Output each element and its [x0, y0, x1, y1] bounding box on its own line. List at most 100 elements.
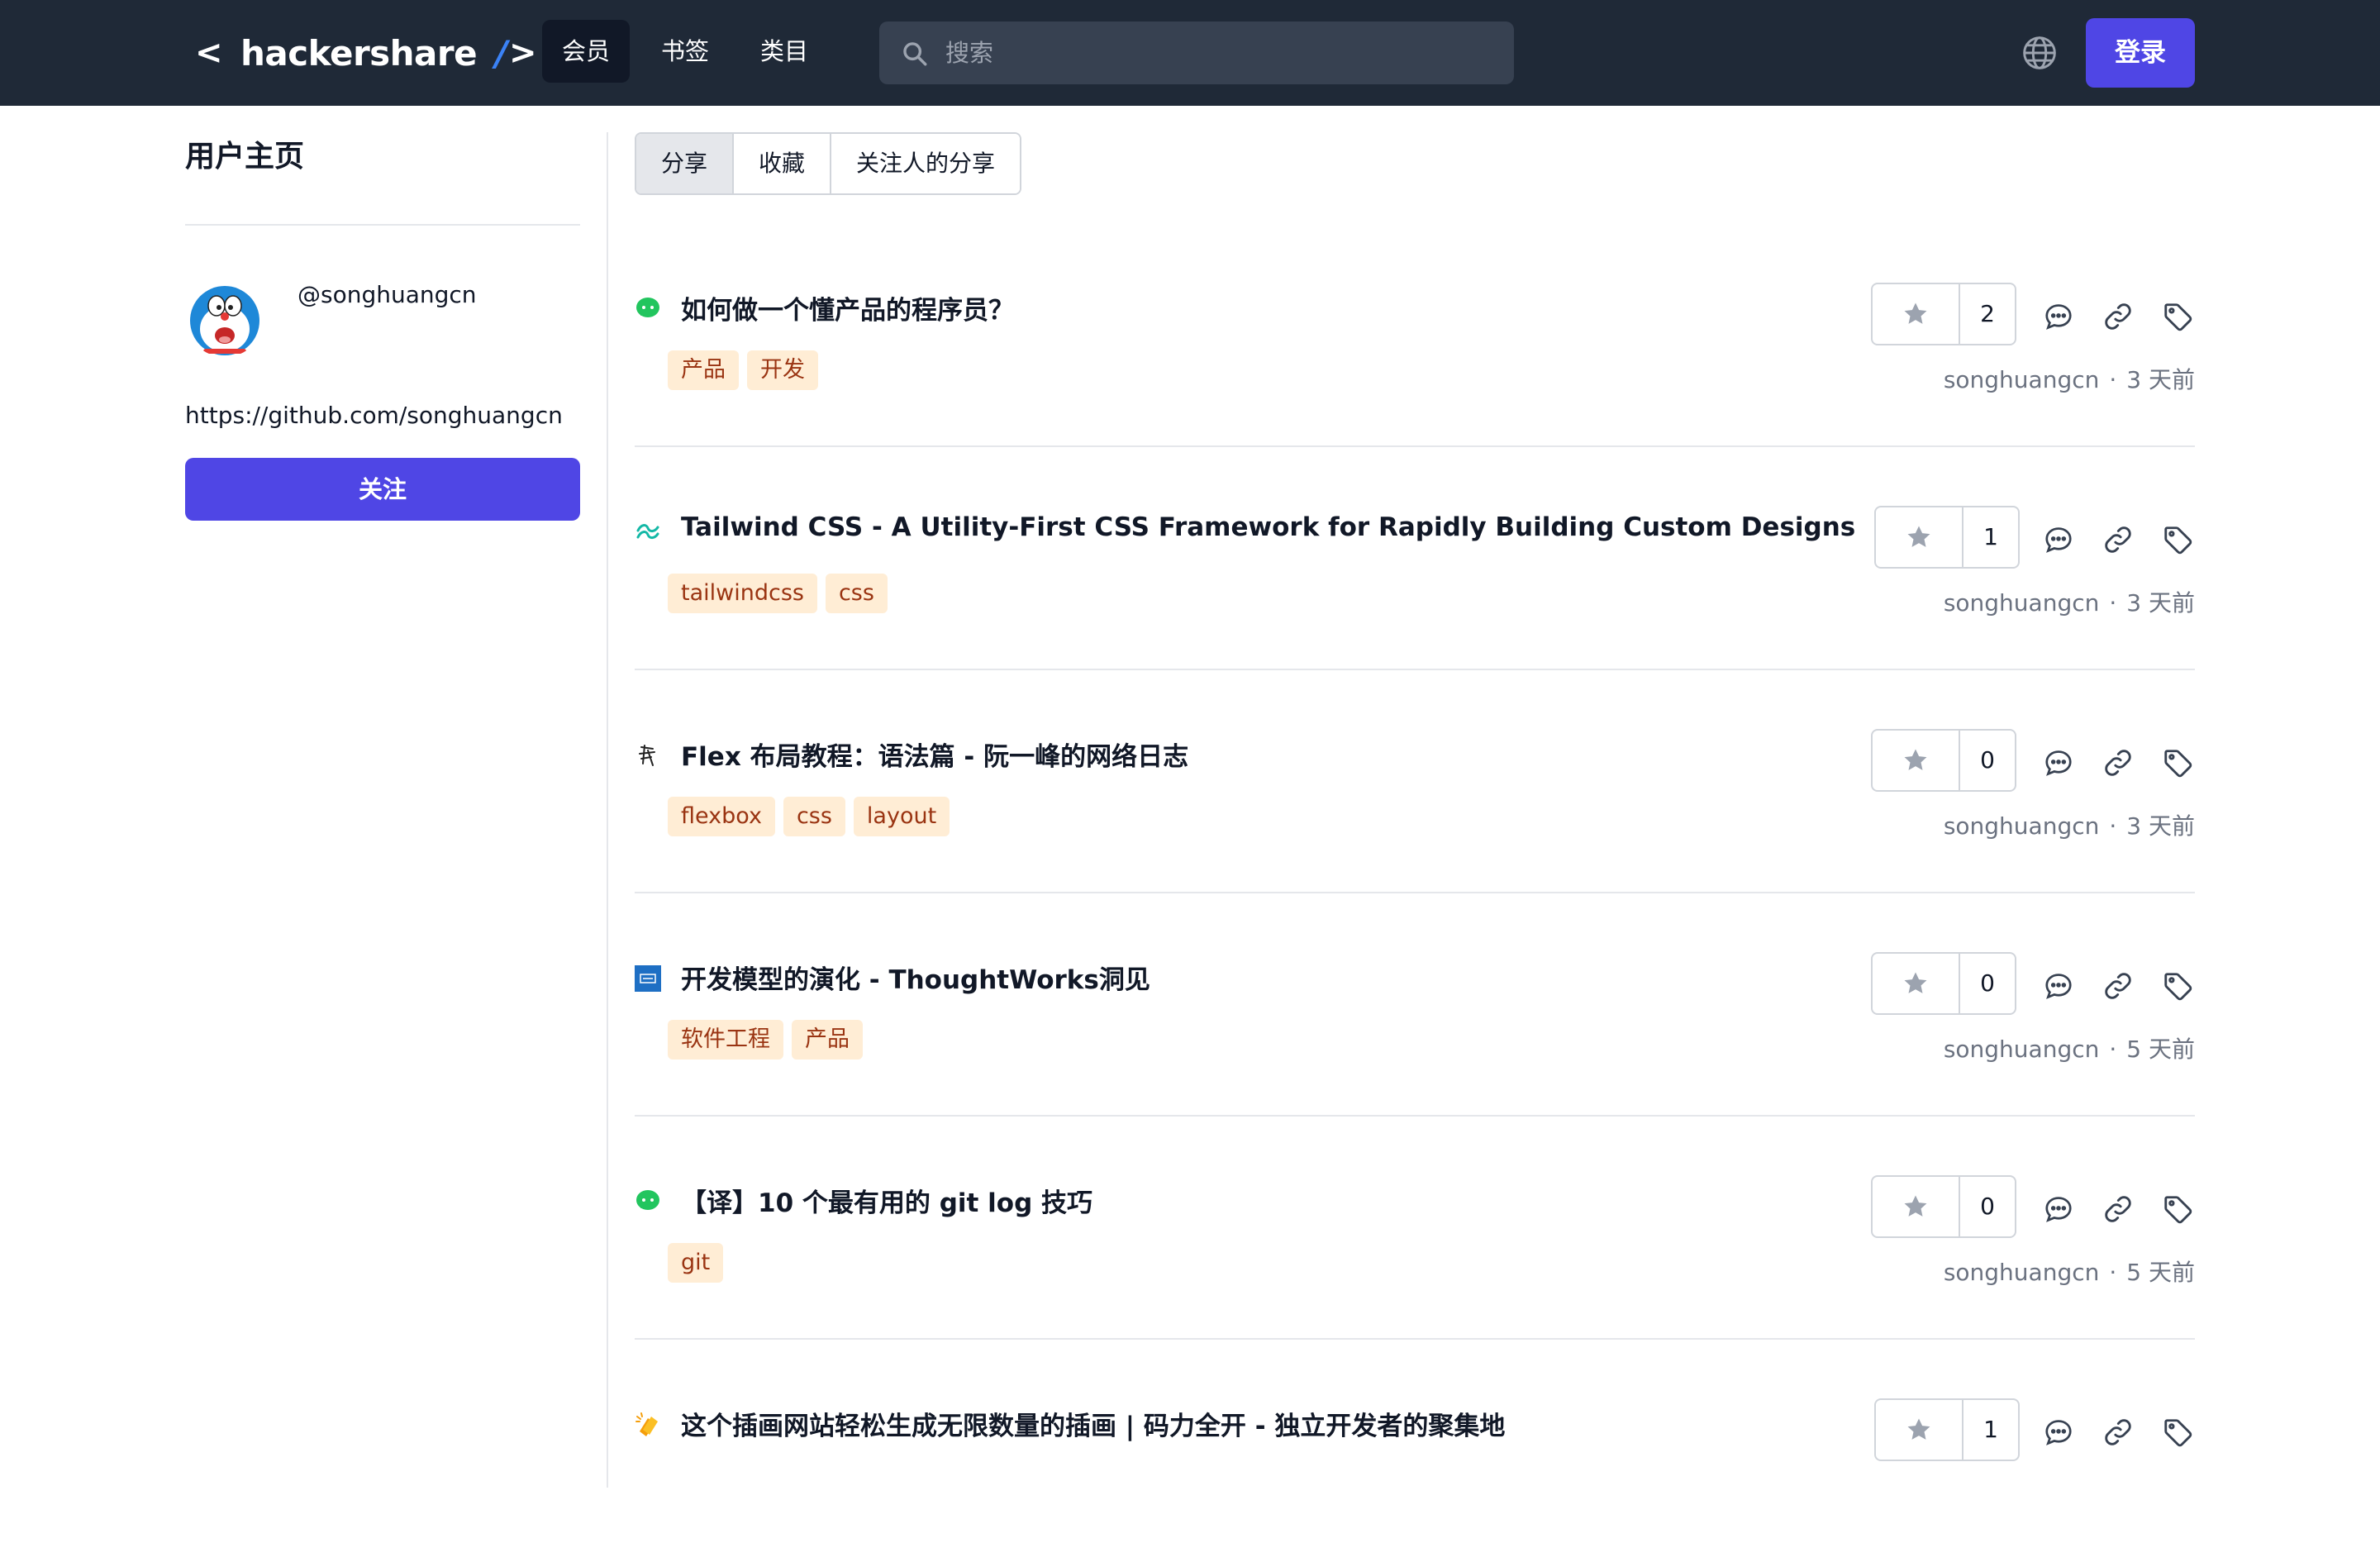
tag-chip[interactable]: tailwindcss	[668, 574, 817, 613]
tag-icon[interactable]	[2162, 1193, 2193, 1225]
post-time: 5 天前	[2126, 1036, 2195, 1063]
site-logo[interactable]: < hackershare / >	[195, 26, 536, 79]
post-title[interactable]: Flex 布局教程：语法篇 - 阮一峰的网络日志	[681, 736, 1188, 773]
star-count: 2	[1980, 300, 1995, 327]
star-control: 1	[1874, 506, 2020, 569]
link-icon[interactable]	[2102, 301, 2134, 332]
star-count: 1	[1983, 1416, 1998, 1443]
tag-chip[interactable]: flexbox	[668, 797, 775, 836]
star-button[interactable]	[1873, 284, 1960, 344]
post-title[interactable]: 如何做一个懂产品的程序员？	[681, 289, 1014, 326]
comment-icon[interactable]	[2043, 301, 2074, 332]
post-tags: git	[668, 1243, 724, 1283]
link-icon[interactable]	[2102, 524, 2134, 555]
star-control: 1	[1874, 1398, 2020, 1461]
comment-icon[interactable]	[2043, 1417, 2074, 1448]
post-meta: songhuangcn · 3 天前	[1944, 362, 2195, 395]
star-icon	[1907, 1418, 1930, 1440]
star-control: 2	[1871, 283, 2016, 345]
link-icon[interactable]	[2102, 1193, 2134, 1225]
search-icon	[903, 42, 927, 66]
star-button[interactable]	[1876, 1400, 1963, 1460]
tag-icon[interactable]	[2162, 970, 2193, 1002]
post-time: 3 天前	[2126, 366, 2195, 393]
globe-icon[interactable]	[2021, 35, 2058, 71]
nav-members[interactable]: 会员	[542, 20, 631, 83]
search-box[interactable]	[879, 21, 1514, 84]
post-meta: songhuangcn · 5 天前	[1944, 1031, 2195, 1064]
post-tags: 产品 开发	[668, 350, 818, 390]
post-author[interactable]: songhuangcn	[1944, 1036, 2100, 1063]
link-icon[interactable]	[2102, 747, 2134, 779]
star-count: 0	[1980, 1193, 1995, 1220]
link-icon[interactable]	[2102, 970, 2134, 1002]
comment-icon[interactable]	[2043, 524, 2074, 555]
comment-icon[interactable]	[2043, 1193, 2074, 1225]
tag-chip[interactable]: css	[783, 797, 845, 836]
post-tags: 软件工程 产品	[668, 1020, 863, 1060]
nav-categories[interactable]: 类目	[740, 20, 828, 83]
avatar	[185, 278, 264, 357]
clap-icon	[635, 1412, 661, 1438]
post-item: Flex 布局教程：语法篇 - 阮一峰的网络日志 flexbox css layou…	[635, 669, 2195, 893]
post-title[interactable]: Tailwind CSS - A Utility-First CSS Frame…	[681, 512, 1855, 542]
post-title[interactable]: 这个插画网站轻松生成无限数量的插画 | 码力全开 - 独立开发者的聚集地	[681, 1405, 1505, 1442]
user-handle: @songhuangcn	[298, 281, 477, 308]
ruanyifeng-icon	[635, 742, 661, 769]
meta-separator: ·	[2109, 1259, 2117, 1286]
column-divider	[607, 132, 608, 1488]
post-item: 开发模型的演化 - ThoughtWorks洞见 软件工程 产品 0 songhu…	[635, 893, 2195, 1117]
profile-link[interactable]: https://github.com/songhuangcn	[185, 402, 563, 429]
post-item: 【译】10 个最有用的 git log 技巧 git 0 songhuangcn…	[635, 1116, 2195, 1340]
post-item: 这个插画网站轻松生成无限数量的插画 | 码力全开 - 独立开发者的聚集地 1	[635, 1339, 2195, 1562]
tag-chip[interactable]: 产品	[792, 1020, 863, 1060]
tag-chip[interactable]: 产品	[668, 350, 739, 390]
star-button[interactable]	[1876, 507, 1963, 567]
star-button[interactable]	[1873, 954, 1960, 1013]
nav-bookmarks[interactable]: 书签	[641, 20, 729, 83]
star-button[interactable]	[1873, 731, 1960, 790]
star-icon	[1904, 302, 1927, 324]
post-title[interactable]: 开发模型的演化 - ThoughtWorks洞见	[681, 959, 1150, 996]
star-control: 0	[1871, 952, 2016, 1015]
meta-separator: ·	[2109, 589, 2117, 617]
star-button[interactable]	[1873, 1177, 1960, 1236]
login-button[interactable]: 登录	[2086, 18, 2195, 88]
link-icon[interactable]	[2102, 1417, 2134, 1448]
comment-icon[interactable]	[2043, 747, 2074, 779]
page-title: 用户主页	[185, 140, 305, 174]
post-title[interactable]: 【译】10 个最有用的 git log 技巧	[681, 1182, 1092, 1219]
follow-button[interactable]: 关注	[185, 458, 580, 521]
logo-open: <	[195, 34, 223, 72]
tag-icon[interactable]	[2162, 524, 2193, 555]
logo-name: hackershare	[240, 32, 478, 74]
post-tags: flexbox css layout	[668, 797, 950, 836]
star-count: 0	[1980, 969, 1995, 997]
post-author[interactable]: songhuangcn	[1944, 366, 2100, 393]
post-author[interactable]: songhuangcn	[1944, 812, 2100, 840]
tag-icon[interactable]	[2162, 747, 2193, 779]
post-time: 5 天前	[2126, 1259, 2195, 1286]
tag-icon[interactable]	[2162, 301, 2193, 332]
tag-chip[interactable]: 软件工程	[668, 1020, 783, 1060]
search-input[interactable]	[945, 21, 1491, 84]
tag-chip[interactable]: css	[825, 574, 888, 613]
star-icon	[1904, 972, 1927, 993]
post-meta: songhuangcn · 3 天前	[1944, 585, 2195, 618]
tab-shares[interactable]: 分享	[636, 134, 735, 193]
tag-chip[interactable]: 开发	[747, 350, 818, 390]
comment-icon[interactable]	[2043, 970, 2074, 1002]
tab-following-shares[interactable]: 关注人的分享	[831, 134, 1021, 193]
content-tabs: 分享 收藏 关注人的分享	[635, 132, 1022, 195]
post-author[interactable]: songhuangcn	[1944, 589, 2100, 617]
wechat-icon	[635, 296, 661, 322]
tag-icon[interactable]	[2162, 1417, 2193, 1448]
meta-separator: ·	[2109, 366, 2117, 393]
star-count: 0	[1980, 746, 1995, 774]
tag-chip[interactable]: layout	[853, 797, 950, 836]
tag-chip[interactable]: git	[668, 1243, 724, 1283]
post-author[interactable]: songhuangcn	[1944, 1259, 2100, 1286]
post-meta: songhuangcn · 3 天前	[1944, 808, 2195, 841]
tab-favorites[interactable]: 收藏	[734, 134, 832, 193]
post-time: 3 天前	[2126, 812, 2195, 840]
